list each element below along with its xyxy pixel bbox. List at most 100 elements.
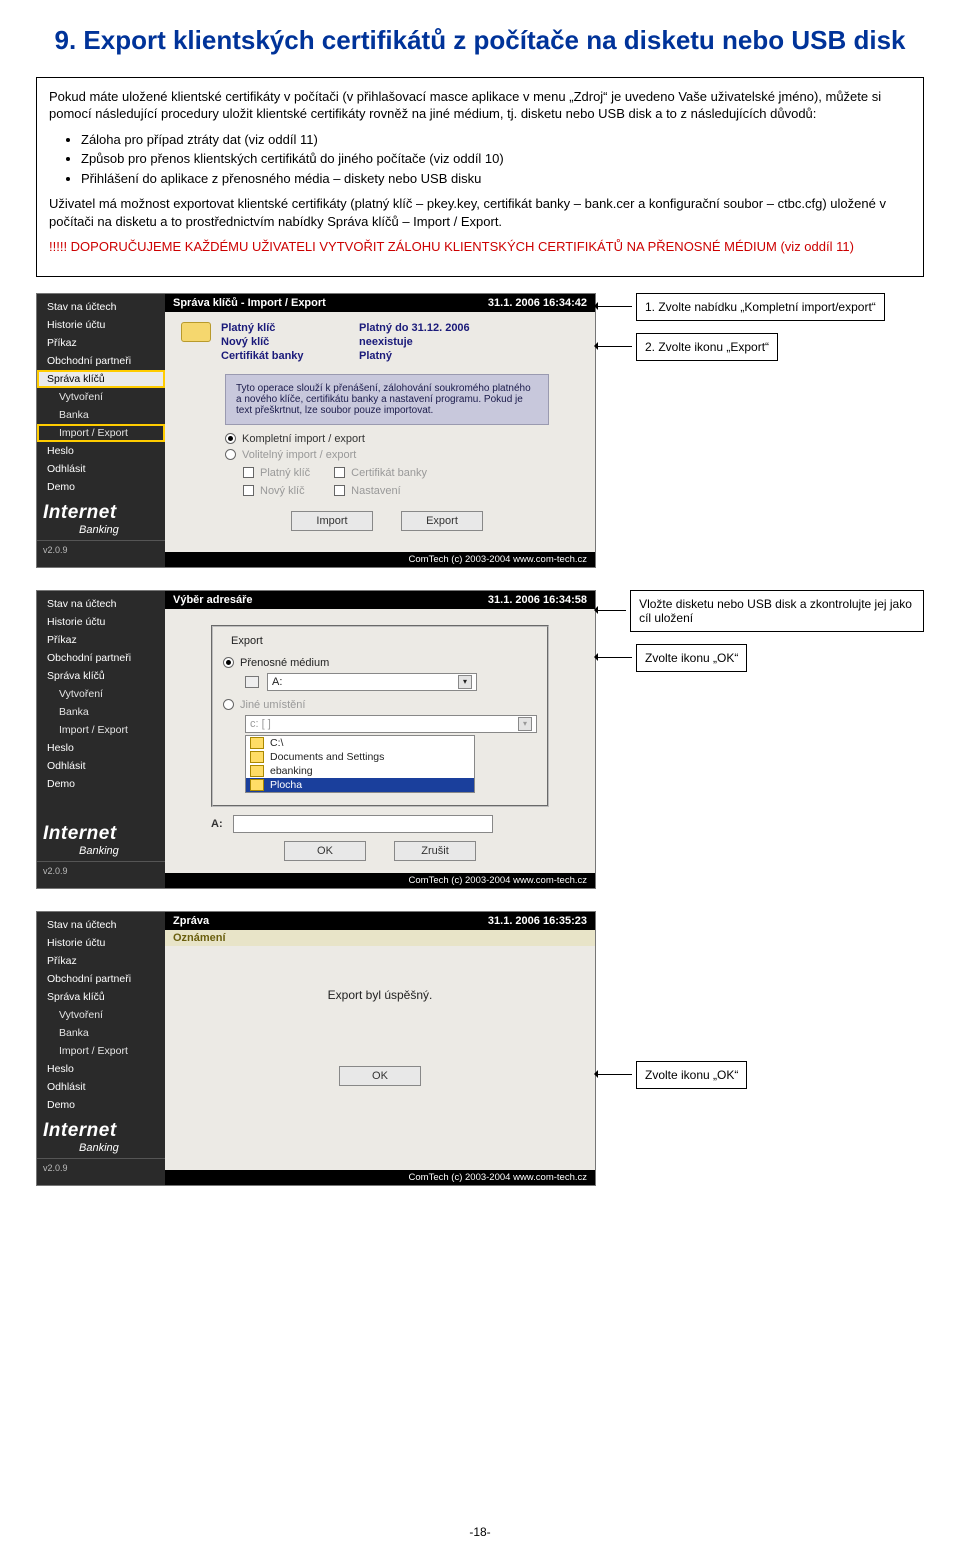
sidebar-item-vytvoreni[interactable]: Vytvoření	[37, 1006, 165, 1024]
sidebar-item-stav[interactable]: Stav na účtech	[37, 916, 165, 934]
sidebar-item-odhlasit[interactable]: Odhlásit	[37, 1078, 165, 1096]
sidebar-item-vytvoreni[interactable]: Vytvoření	[37, 685, 165, 703]
radio-prenosne-label: Přenosné médium	[240, 657, 329, 669]
checkbox-grid: Platný klíč Nový klíč Certifikát banky N…	[243, 465, 549, 499]
radio-dot-icon	[223, 699, 234, 710]
logo-internet: Internet	[43, 502, 165, 524]
intro-box: Pokud máte uložené klientské certifikáty…	[36, 77, 924, 277]
folder-icon	[250, 779, 264, 791]
callout-5: Zvolte ikonu „OK“	[636, 1061, 747, 1089]
sidebar-item-import-export[interactable]: Import / Export	[37, 1042, 165, 1060]
sidebar-item-import-export[interactable]: Import / Export	[37, 424, 165, 442]
sidebar-item-sprava-klicu[interactable]: Správa klíčů	[37, 370, 165, 388]
sidebar-item-demo[interactable]: Demo	[37, 478, 165, 496]
sidebar-item-heslo[interactable]: Heslo	[37, 739, 165, 757]
folder-item: Documents and Settings	[270, 751, 384, 763]
folder-item-selected: Plocha	[270, 779, 302, 791]
radio-kompletni[interactable]: Kompletní import / export	[225, 433, 549, 445]
sidebar-item-banka[interactable]: Banka	[37, 1024, 165, 1042]
sidebar-item-odhlasit[interactable]: Odhlásit	[37, 757, 165, 775]
sidebar-item-prikaz[interactable]: Příkaz	[37, 631, 165, 649]
import-button[interactable]: Import	[291, 511, 373, 531]
intro-bullet-3: Přihlášení do aplikace z přenosného médi…	[81, 170, 911, 188]
logo-banking: Banking	[43, 1142, 165, 1154]
status-val-2: neexistuje	[359, 336, 509, 348]
sidebar-item-banka[interactable]: Banka	[37, 703, 165, 721]
chevron-down-icon: ▾	[458, 675, 472, 689]
radio-prenosne[interactable]: Přenosné médium	[223, 657, 537, 669]
screenshot-3: Stav na účtech Historie účtu Příkaz Obch…	[36, 911, 596, 1186]
sidebar-item-heslo[interactable]: Heslo	[37, 1060, 165, 1078]
app-logo: Internet Banking	[37, 1114, 165, 1154]
sidebar-item-prikaz[interactable]: Příkaz	[37, 952, 165, 970]
checkbox-icon	[334, 485, 345, 496]
sidebar-item-historie[interactable]: Historie účtu	[37, 934, 165, 952]
sidebar-item-partneri[interactable]: Obchodní partneři	[37, 649, 165, 667]
folder-list[interactable]: C:\ Documents and Settings ebanking Ploc…	[245, 735, 475, 793]
sidebar-item-partneri[interactable]: Obchodní partneři	[37, 970, 165, 988]
radio-dot-icon	[225, 449, 236, 460]
intro-bullet-2: Způsob pro přenos klientských certifikát…	[81, 150, 911, 168]
sidebar: Stav na účtech Historie účtu Příkaz Obch…	[37, 912, 165, 1185]
app-version: v2.0.9	[37, 1158, 165, 1179]
radio-label-2: Volitelný import / export	[242, 449, 356, 461]
sidebar-item-vytvoreni[interactable]: Vytvoření	[37, 388, 165, 406]
notice-bar: Oznámení	[165, 930, 595, 946]
intro-bullet-1: Záloha pro případ ztráty dat (viz oddíl …	[81, 131, 911, 149]
chevron-down-icon: ▾	[518, 717, 532, 731]
intro-bullets: Záloha pro případ ztráty dat (viz oddíl …	[49, 131, 911, 188]
export-button[interactable]: Export	[401, 511, 483, 531]
sidebar-item-demo[interactable]: Demo	[37, 1096, 165, 1114]
sidebar-item-partneri[interactable]: Obchodní partneři	[37, 352, 165, 370]
intro-paragraph-2: Uživatel má možnost exportovat klientské…	[49, 195, 911, 230]
info-panel: Tyto operace slouží k přenášení, zálohov…	[225, 374, 549, 425]
output-path-input[interactable]	[233, 815, 493, 833]
window-titlebar: Zpráva 31.1. 2006 16:35:23	[165, 912, 595, 930]
intro-warning: !!!!! DOPORUČUJEME KAŽDÉMU UŽIVATELI VYT…	[49, 238, 911, 256]
callout-3: Vložte disketu nebo USB disk a zkontrolu…	[630, 590, 924, 632]
sidebar-item-prikaz[interactable]: Příkaz	[37, 334, 165, 352]
status-key-1: Platný klíč	[221, 322, 331, 334]
sidebar-item-odhlasit[interactable]: Odhlásit	[37, 460, 165, 478]
screenshot-1: Stav na účtech Historie účtu Příkaz Obch…	[36, 293, 596, 568]
callout-4: Zvolte ikonu „OK“	[636, 644, 747, 672]
page-number: -18-	[0, 1525, 960, 1539]
sidebar-item-demo[interactable]: Demo	[37, 775, 165, 793]
path-selected: c: [ ]	[250, 718, 271, 730]
check-label-1: Platný klíč	[260, 467, 310, 479]
sidebar-item-historie[interactable]: Historie účtu	[37, 613, 165, 631]
section-heading: 9. Export klientských certifikátů z počí…	[36, 24, 924, 57]
logo-internet: Internet	[43, 823, 165, 845]
drive-dropdown[interactable]: A: ▾	[267, 673, 477, 691]
radio-jine-label: Jiné umístění	[240, 699, 305, 711]
cancel-button[interactable]: Zrušit	[394, 841, 476, 861]
app-footer: ComTech (c) 2003-2004 www.com-tech.cz	[165, 552, 595, 567]
app-footer: ComTech (c) 2003-2004 www.com-tech.cz	[165, 873, 595, 888]
sidebar-item-sprava-klicu[interactable]: Správa klíčů	[37, 988, 165, 1006]
ok-button[interactable]: OK	[339, 1066, 421, 1086]
ok-button[interactable]: OK	[284, 841, 366, 861]
app-logo: Internet Banking	[37, 817, 165, 857]
sidebar-item-heslo[interactable]: Heslo	[37, 442, 165, 460]
callout-1: 1. Zvolte nabídku „Kompletní import/expo…	[636, 293, 885, 321]
sidebar-item-sprava-klicu[interactable]: Správa klíčů	[37, 667, 165, 685]
key-icon	[181, 322, 211, 342]
sidebar-item-historie[interactable]: Historie účtu	[37, 316, 165, 334]
sidebar-item-banka[interactable]: Banka	[37, 406, 165, 424]
floppy-icon	[245, 676, 259, 688]
callout-2: 2. Zvolte ikonu „Export“	[636, 333, 778, 361]
folder-item: ebanking	[270, 765, 313, 777]
window-title: Výběr adresáře	[173, 594, 253, 606]
logo-banking: Banking	[43, 845, 165, 857]
sidebar-item-stav[interactable]: Stav na účtech	[37, 298, 165, 316]
sidebar-item-import-export[interactable]: Import / Export	[37, 721, 165, 739]
path-dropdown[interactable]: c: [ ] ▾	[245, 715, 537, 733]
window-datetime: 31.1. 2006 16:34:42	[488, 297, 587, 309]
check-label-2: Certifikát banky	[351, 467, 427, 479]
radio-volitelny[interactable]: Volitelný import / export	[225, 449, 549, 461]
logo-banking: Banking	[43, 524, 165, 536]
window-titlebar: Správa klíčů - Import / Export 31.1. 200…	[165, 294, 595, 312]
radio-jine[interactable]: Jiné umístění	[223, 699, 537, 711]
status-key-3: Certifikát banky	[221, 350, 331, 362]
sidebar-item-stav[interactable]: Stav na účtech	[37, 595, 165, 613]
